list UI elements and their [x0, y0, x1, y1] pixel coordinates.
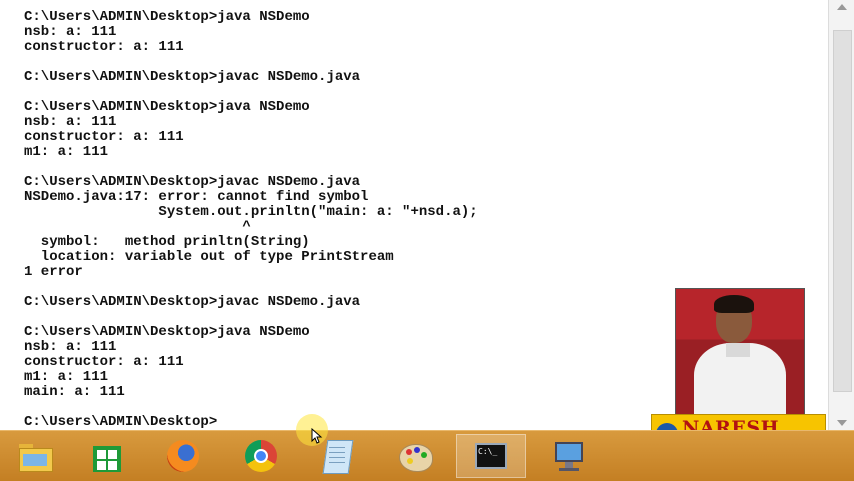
store-icon [89, 438, 125, 474]
taskbar-paint[interactable] [380, 434, 450, 478]
console-line: C:\Users\ADMIN\Desktop>javac NSDemo.java [24, 294, 361, 310]
scroll-down-icon[interactable] [837, 420, 847, 426]
console-line: location: variable out of type PrintStre… [24, 249, 394, 265]
scroll-thumb[interactable] [833, 30, 852, 392]
taskbar-command-prompt[interactable]: C:\_ [456, 434, 526, 478]
taskbar: C:\_ [0, 430, 854, 481]
console-line: C:\Users\ADMIN\Desktop>javac NSDemo.java [24, 69, 361, 85]
monitor-icon [551, 438, 587, 474]
cmd-icon-label: C:\_ [478, 447, 498, 456]
console-line: nsb: a: 111 [24, 114, 117, 130]
console-line: constructor: a: 111 [24, 129, 184, 145]
console-line: ^ [24, 219, 251, 235]
taskbar-remote-desktop[interactable] [534, 434, 604, 478]
paint-icon [397, 438, 433, 474]
console-line: C:\Users\ADMIN\Desktop>javac NSDemo.java [24, 174, 361, 190]
chrome-icon [243, 438, 279, 474]
console-line: nsb: a: 111 [24, 24, 117, 40]
vertical-scrollbar[interactable] [828, 0, 854, 430]
mouse-pointer-icon [311, 428, 323, 444]
console-line: C:\Users\ADMIN\Desktop> [24, 414, 218, 430]
console-line: constructor: a: 111 [24, 39, 184, 55]
folder-icon [17, 438, 53, 474]
console-line: C:\Users\ADMIN\Desktop>java NSDemo [24, 324, 310, 340]
console-line: nsb: a: 111 [24, 339, 117, 355]
console-line: C:\Users\ADMIN\Desktop>java NSDemo [24, 9, 310, 25]
presenter-video [675, 288, 805, 416]
console-line: m1: a: 111 [24, 369, 109, 385]
scroll-up-icon[interactable] [837, 4, 847, 10]
console-line: NSDemo.java:17: error: cannot find symbo… [24, 189, 369, 205]
console-line: System.out.prinltn("main: a: "+nsd.a); [24, 204, 478, 220]
console-line: C:\Users\ADMIN\Desktop>java NSDemo [24, 99, 310, 115]
taskbar-store[interactable] [72, 434, 142, 478]
console-line: symbol: method prinltn(String) [24, 234, 310, 250]
console-line: m1: a: 111 [24, 144, 109, 160]
console-line: constructor: a: 111 [24, 354, 184, 370]
firefox-icon [165, 438, 201, 474]
taskbar-firefox[interactable] [148, 434, 218, 478]
taskbar-file-explorer[interactable] [0, 434, 70, 478]
taskbar-chrome[interactable] [226, 434, 296, 478]
console-line: 1 error [24, 264, 83, 280]
notepad-icon [319, 438, 355, 474]
cmd-icon: C:\_ [473, 438, 509, 474]
console-output: C:\Users\ADMIN\Desktop>java NSDemo nsb: a… [24, 10, 478, 430]
console-line: main: a: 111 [24, 384, 125, 400]
